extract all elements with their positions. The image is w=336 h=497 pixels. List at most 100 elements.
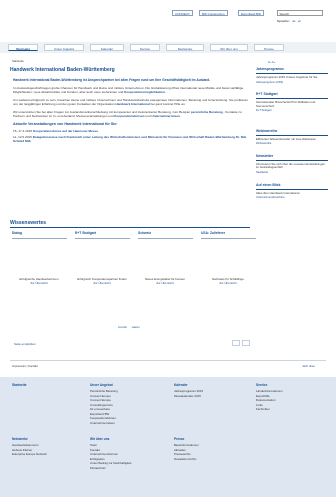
sidebar-box-auf-einen-blick: Auf einen Blick Alles über Handwerk Inte… [256, 183, 328, 200]
connect-link[interactable]: CONNECT [172, 10, 193, 16]
back-to-top-link[interactable]: nach oben [302, 364, 315, 369]
imprint-links[interactable]: Impressum | Kontakt [12, 364, 38, 369]
sidebar-box-heading: Webinarreihe [256, 129, 328, 136]
sidebar-box-link[interactable]: R+T Stuttgart [256, 109, 328, 113]
wissenswertes-heading: Wissenswertes [10, 220, 47, 226]
footer-heading[interactable]: Presse [174, 437, 254, 441]
recommend-page-link[interactable]: Seite empfehlen [14, 342, 36, 346]
wissenswertes-divider [10, 227, 250, 228]
footer-link[interactable]: Messekalender 2015 [174, 394, 254, 399]
exportland-link[interactable]: Exportland BW [238, 10, 265, 16]
sidebar-box-text: Effizienter Wissenstransfer mit Live-Web… [256, 136, 316, 141]
footer-link[interactable]: Unternehmerreisen [90, 421, 170, 426]
pager-next-link[interactable]: weiter [132, 325, 140, 329]
sidebar-box-link[interactable]: Jahresprogramm (PDF) [256, 81, 328, 85]
wissen-column-label[interactable]: USA: Zulieferer [201, 231, 258, 235]
overview-link[interactable]: Zur Übersicht [72, 281, 132, 286]
overview-link[interactable]: Zur Übersicht [135, 281, 195, 286]
footer-heading[interactable]: Wir über uns [90, 437, 170, 441]
footer-heading[interactable]: Unser Angebot [90, 383, 170, 387]
tab-unser-angebot[interactable]: Unser Angebot [44, 44, 84, 51]
footer-column: Presse Basisinformationen Aktuelles Pres… [174, 437, 254, 461]
paragraph-2-text-end: bei ganz konkret Hilfe an. [150, 102, 186, 107]
event-title[interactable]: Kooperationsbörse auf der Hannover Messe [33, 129, 98, 133]
page-box[interactable] [232, 340, 240, 346]
wissen-column-underline [75, 238, 130, 240]
footer-link[interactable]: Klimaschutz [90, 466, 170, 471]
tab-netzwerke[interactable]: Netzwerke [166, 44, 204, 51]
teaser-caption: Erfolgreiche Handwerkerinnen Zur Übersic… [9, 277, 69, 286]
site-footer: Startseite Unser Angebot Persönliche Ber… [0, 377, 336, 497]
wissen-column-label[interactable]: Dialog [12, 231, 69, 235]
teaser-image[interactable] [201, 262, 256, 274]
footer-link[interactable]: Enterprise Europe Network [12, 452, 92, 457]
wissen-column: USA: Zulieferer [201, 231, 258, 240]
wissen-column: R+T Stuttgart [75, 231, 132, 240]
paragraph-3-text-and: und [145, 114, 151, 119]
language-label: Sprache: [277, 19, 290, 23]
sidebar-box-link[interactable]: Webinarreihe [256, 142, 328, 146]
bw-construction-link[interactable]: BW Construction [199, 10, 228, 16]
footer-heading[interactable]: Startseite [12, 383, 92, 387]
pager: zurück weiter [118, 325, 144, 329]
breadcrumb[interactable]: Startseite [12, 59, 24, 64]
kooperationsboersen-link[interactable]: Kooperationsbörsen [114, 114, 144, 118]
teaser-image[interactable] [12, 262, 67, 274]
tab-service[interactable]: Service [130, 44, 160, 51]
footer-column: Kalender Jahresprogramm 2015 Messekalend… [174, 383, 254, 398]
teaser-caption: Nachweis für Schädlinge Zur Übersicht [198, 277, 258, 286]
page-box[interactable] [242, 340, 250, 346]
paragraph-1: Im Auslandsgeschäft liegen große Chancen… [10, 86, 250, 94]
paragraph-3: Wir unterstützen Sie bei allen Fragen zu… [10, 110, 250, 118]
event-item[interactable]: 11.-12.5.2015 Delegationsreise nach Fran… [10, 135, 250, 143]
sidebar-box-rt-stuttgart: R+T Stuttgart Internationaler Branchentr… [256, 92, 328, 113]
wissen-column: Schweiz [138, 231, 195, 240]
paragraph-2: Um weltweit erfolgreich zu sein, brauche… [10, 98, 250, 106]
page-title: Handwerk International Baden-Württemberg [10, 67, 115, 73]
footer-column: Unser Angebot Persönliche Beratung Conne… [90, 383, 170, 425]
footer-heading[interactable]: Service [256, 383, 336, 387]
handwerk-international-link[interactable]: Handwerk International [116, 102, 150, 106]
sidebar-box-text: Jahresprogramm 2015 Unsere Angebote für … [256, 74, 318, 79]
unternehmerreisen-link[interactable]: Unternehmerreisen [152, 114, 180, 118]
overview-link[interactable]: Zur Übersicht [198, 281, 258, 286]
wissen-column-label[interactable]: R+T Stuttgart [75, 231, 132, 235]
font-size-tools[interactable]: A- A+ [268, 60, 275, 64]
sidebar-box-text: Informieren Sie sich über die neuesten E… [256, 161, 325, 170]
teaser-image[interactable] [138, 262, 193, 274]
event-date: 15.-17.4.2015 [13, 128, 33, 133]
event-item[interactable]: 15.-17.4.2015 Kooperationsbörse auf der … [10, 129, 250, 133]
footer-link[interactable]: Newsletter Archiv [174, 457, 254, 462]
search-input[interactable]: Search [277, 10, 323, 16]
tab-kalender[interactable]: Kalender [90, 44, 124, 51]
wissen-column-underline [12, 238, 67, 240]
teaser-caption: Neues Energielabel für Fenster Zur Übers… [135, 277, 195, 286]
sidebar: Jahresprogramm Jahresprogramm 2015 Unser… [256, 67, 328, 208]
wissen-column-underline [138, 238, 193, 240]
sidebar-box-newsletter: Newsletter Informieren Sie sich über die… [256, 154, 328, 175]
beratung-link[interactable]: persönliche Beratung [191, 110, 223, 114]
footer-heading[interactable]: Kalender [174, 383, 254, 387]
tab-presse[interactable]: Presse [254, 44, 284, 51]
paragraph-3-text-end: . [179, 114, 181, 119]
top-bar: CONNECT BW Construction Exportland BW Se… [0, 0, 336, 24]
sidebar-box-heading: Jahresprogramm [256, 67, 328, 74]
footer-divider [10, 360, 326, 361]
lang-en-link[interactable]: en [298, 19, 301, 23]
lang-de-link[interactable]: de [292, 19, 295, 23]
event-title[interactable]: Delegationsreise nach Frankreich unter L… [13, 135, 246, 143]
footer-link[interactable]: Fachmitter [256, 407, 336, 412]
kooperation-link[interactable]: Kooperationsmöglichkeiten. [124, 90, 166, 94]
footer-heading[interactable]: Netzwerke [12, 437, 92, 441]
sidebar-box-link[interactable]: Unternehmensbroschüre [256, 196, 328, 200]
teaser-image[interactable] [75, 262, 130, 274]
language-switcher: Sprache: de en [277, 19, 301, 23]
sidebar-box-heading: R+T Stuttgart [256, 92, 328, 99]
sidebar-box-text: Alles über Handwerk International [256, 190, 300, 195]
tab-wir-ueber-uns[interactable]: Wir über uns [210, 44, 248, 51]
sidebar-box-link[interactable]: Newsletter [256, 171, 328, 175]
tab-startseite[interactable]: Startseite [8, 44, 38, 51]
wissen-column-label[interactable]: Schweiz [138, 231, 195, 235]
overview-link[interactable]: Zur Übersicht [9, 281, 69, 286]
pager-prev-link[interactable]: zurück [118, 325, 127, 329]
